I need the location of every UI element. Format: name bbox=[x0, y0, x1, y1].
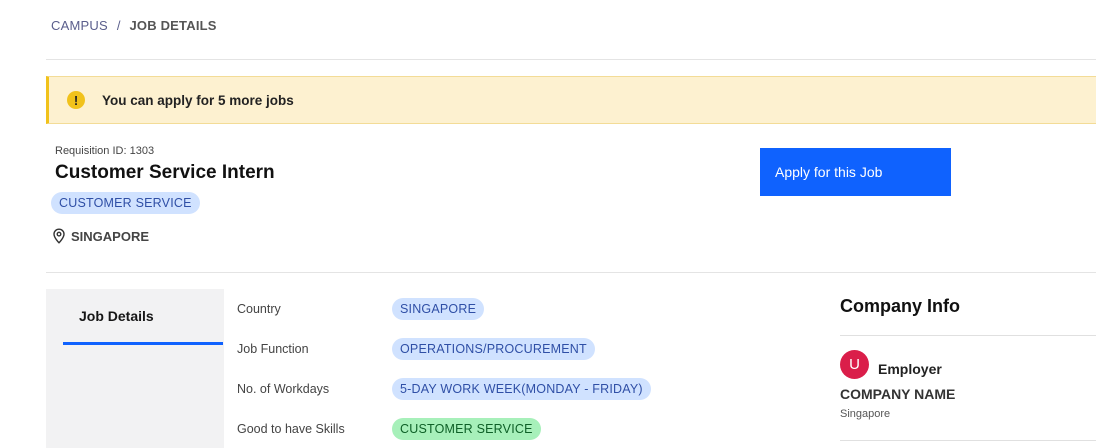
company-name: COMPANY NAME bbox=[840, 386, 956, 402]
company-info-heading: Company Info bbox=[840, 296, 960, 316]
apply-for-job-button[interactable]: Apply for this Job bbox=[760, 148, 951, 196]
breadcrumb-campus-link[interactable]: CAMPUS bbox=[51, 18, 108, 33]
tab-job-details[interactable]: Job Details bbox=[63, 289, 223, 345]
company-location: Singapore bbox=[840, 408, 891, 420]
header-divider bbox=[46, 59, 1096, 60]
breadcrumb-separator: / bbox=[116, 18, 121, 33]
detail-label: Country bbox=[237, 302, 281, 316]
employer-avatar: U bbox=[840, 350, 869, 379]
breadcrumb: CAMPUS / JOB DETAILS bbox=[51, 18, 217, 33]
detail-label: No. of Workdays bbox=[237, 382, 330, 396]
detail-value-tag: 5-DAY WORK WEEK(MONDAY - FRIDAY) bbox=[392, 378, 651, 400]
employer-row: U Employer bbox=[840, 350, 942, 379]
requisition-id: Requisition ID: 1303 bbox=[55, 145, 155, 157]
job-category-tag: CUSTOMER SERVICE bbox=[51, 192, 200, 214]
company-divider bbox=[840, 335, 1096, 336]
banner-message: You can apply for 5 more jobs bbox=[102, 92, 294, 108]
job-location-text: SINGAPORE bbox=[71, 228, 150, 244]
breadcrumb-current: JOB DETAILS bbox=[129, 18, 217, 33]
company-info: Company Info U Employer COMPANY NAME Sin… bbox=[840, 296, 1096, 441]
section-divider bbox=[46, 272, 1096, 273]
apply-limit-banner: ! You can apply for 5 more jobs bbox=[46, 76, 1096, 124]
detail-value-tag: OPERATIONS/PROCUREMENT bbox=[392, 338, 595, 360]
location-pin-icon bbox=[53, 228, 65, 244]
warning-icon: ! bbox=[67, 91, 85, 109]
employer-label: Employer bbox=[878, 360, 942, 377]
detail-label: Good to have Skills bbox=[237, 422, 345, 436]
job-title: Customer Service Intern bbox=[55, 162, 275, 183]
detail-label: Job Function bbox=[237, 342, 309, 356]
detail-value-tag: SINGAPORE bbox=[392, 298, 485, 320]
job-location: SINGAPORE bbox=[52, 228, 149, 244]
detail-tabs: Job Details bbox=[46, 289, 224, 448]
detail-value-tag: CUSTOMER SERVICE bbox=[392, 418, 541, 440]
company-divider-bottom bbox=[840, 440, 1096, 441]
